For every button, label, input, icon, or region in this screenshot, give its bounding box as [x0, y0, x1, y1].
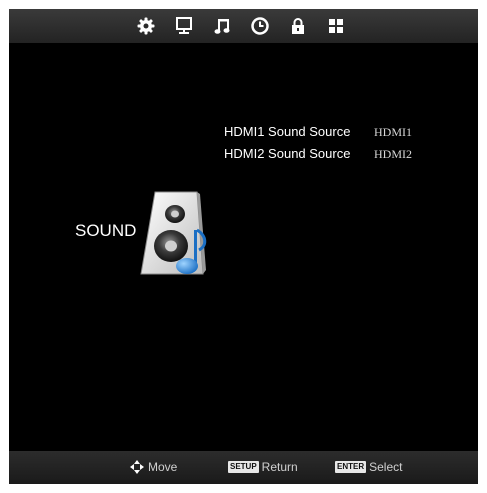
- hint-move: Move: [130, 460, 177, 474]
- menu-item-value: HDMI2: [374, 147, 412, 161]
- tab-time[interactable]: [248, 14, 272, 38]
- menu-item-value: HDMI1: [374, 125, 412, 139]
- tab-function[interactable]: [324, 14, 348, 38]
- monitor-icon: [176, 17, 192, 34]
- tab-picture[interactable]: [172, 14, 196, 38]
- menu-item-hdmi2-sound-source[interactable]: HDMI2 Sound Source HDMI2: [224, 143, 464, 165]
- hint-select-label: Select: [369, 460, 403, 474]
- page-title: SOUND: [75, 221, 137, 240]
- grid-icon: [329, 19, 343, 33]
- tab-setup[interactable]: [134, 14, 158, 38]
- music-note-icon: [214, 19, 230, 34]
- help-bar: Move SETUP Return ENTER Select: [9, 451, 478, 484]
- hint-move-label: Move: [148, 460, 178, 474]
- tab-lock[interactable]: [286, 14, 310, 38]
- hint-return: SETUP Return: [228, 460, 298, 474]
- tab-sound[interactable]: [210, 14, 234, 38]
- direction-arrows-icon: [130, 460, 144, 474]
- enter-key-badge: ENTER: [335, 461, 367, 473]
- lock-icon: [292, 18, 304, 34]
- hint-return-label: Return: [261, 460, 298, 474]
- sound-menu: HDMI1 Sound Source HDMI1 HDMI2 Sound Sou…: [224, 121, 464, 165]
- top-tab-bar: [9, 9, 478, 43]
- speaker-icon: [140, 191, 207, 275]
- clock-icon: [251, 17, 269, 35]
- menu-item-label: HDMI1 Sound Source: [224, 124, 351, 139]
- menu-item-label: HDMI2 Sound Source: [224, 146, 351, 161]
- setup-key-badge: SETUP: [228, 461, 259, 473]
- menu-item-hdmi1-sound-source[interactable]: HDMI1 Sound Source HDMI1: [224, 121, 464, 143]
- gear-icon: [137, 17, 155, 35]
- osd-screen: SOUND HDMI1 Sound Source HDMI1 HDMI2 Sou…: [9, 9, 478, 484]
- hint-select: ENTER Select: [335, 460, 402, 474]
